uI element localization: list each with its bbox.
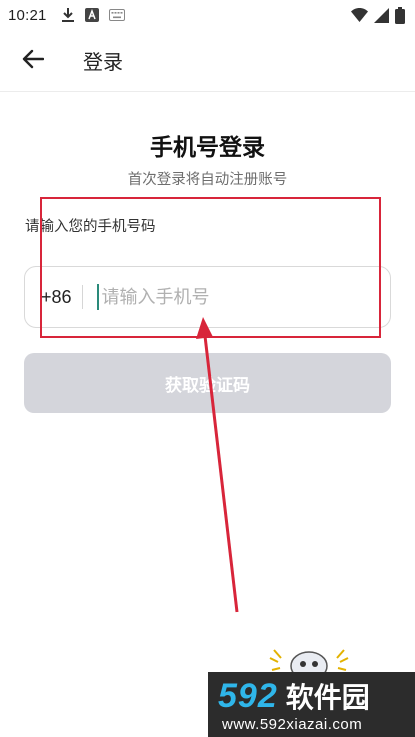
get-code-button[interactable]: 获取验证码 [24, 353, 391, 413]
arrow-left-icon [22, 49, 45, 73]
phone-input[interactable] [101, 286, 362, 308]
app-a-icon [84, 8, 99, 22]
status-icons-left [61, 7, 125, 23]
wifi-icon [351, 8, 368, 22]
download-icon [61, 7, 75, 23]
phone-label: 请输入您的手机号码 [25, 219, 156, 235]
phone-input-row[interactable]: +86 [24, 266, 391, 328]
battery-icon [395, 6, 405, 24]
status-icons-right [351, 6, 405, 24]
watermark-url: www.592xiazai.com [222, 716, 363, 733]
login-subtitle: 首次登录将自动注册账号 [127, 172, 288, 188]
watermark-logo: 592 软件园 www.592xiazai.com [208, 672, 415, 737]
watermark-number: 592 [218, 677, 278, 715]
watermark-name: 软件园 [285, 681, 370, 714]
divider [81, 285, 83, 309]
app-bar: 登录 [0, 30, 415, 92]
cellular-signal-icon [374, 7, 389, 23]
login-title: 手机号登录 [150, 135, 265, 161]
status-bar: 10:21 [0, 0, 415, 30]
keyboard-icon [108, 9, 125, 21]
text-caret [96, 284, 99, 310]
country-code[interactable]: +86 [41, 287, 72, 308]
page-title: 登录 [83, 50, 123, 74]
back-button[interactable] [11, 39, 55, 83]
status-time: 10:21 [8, 6, 47, 24]
